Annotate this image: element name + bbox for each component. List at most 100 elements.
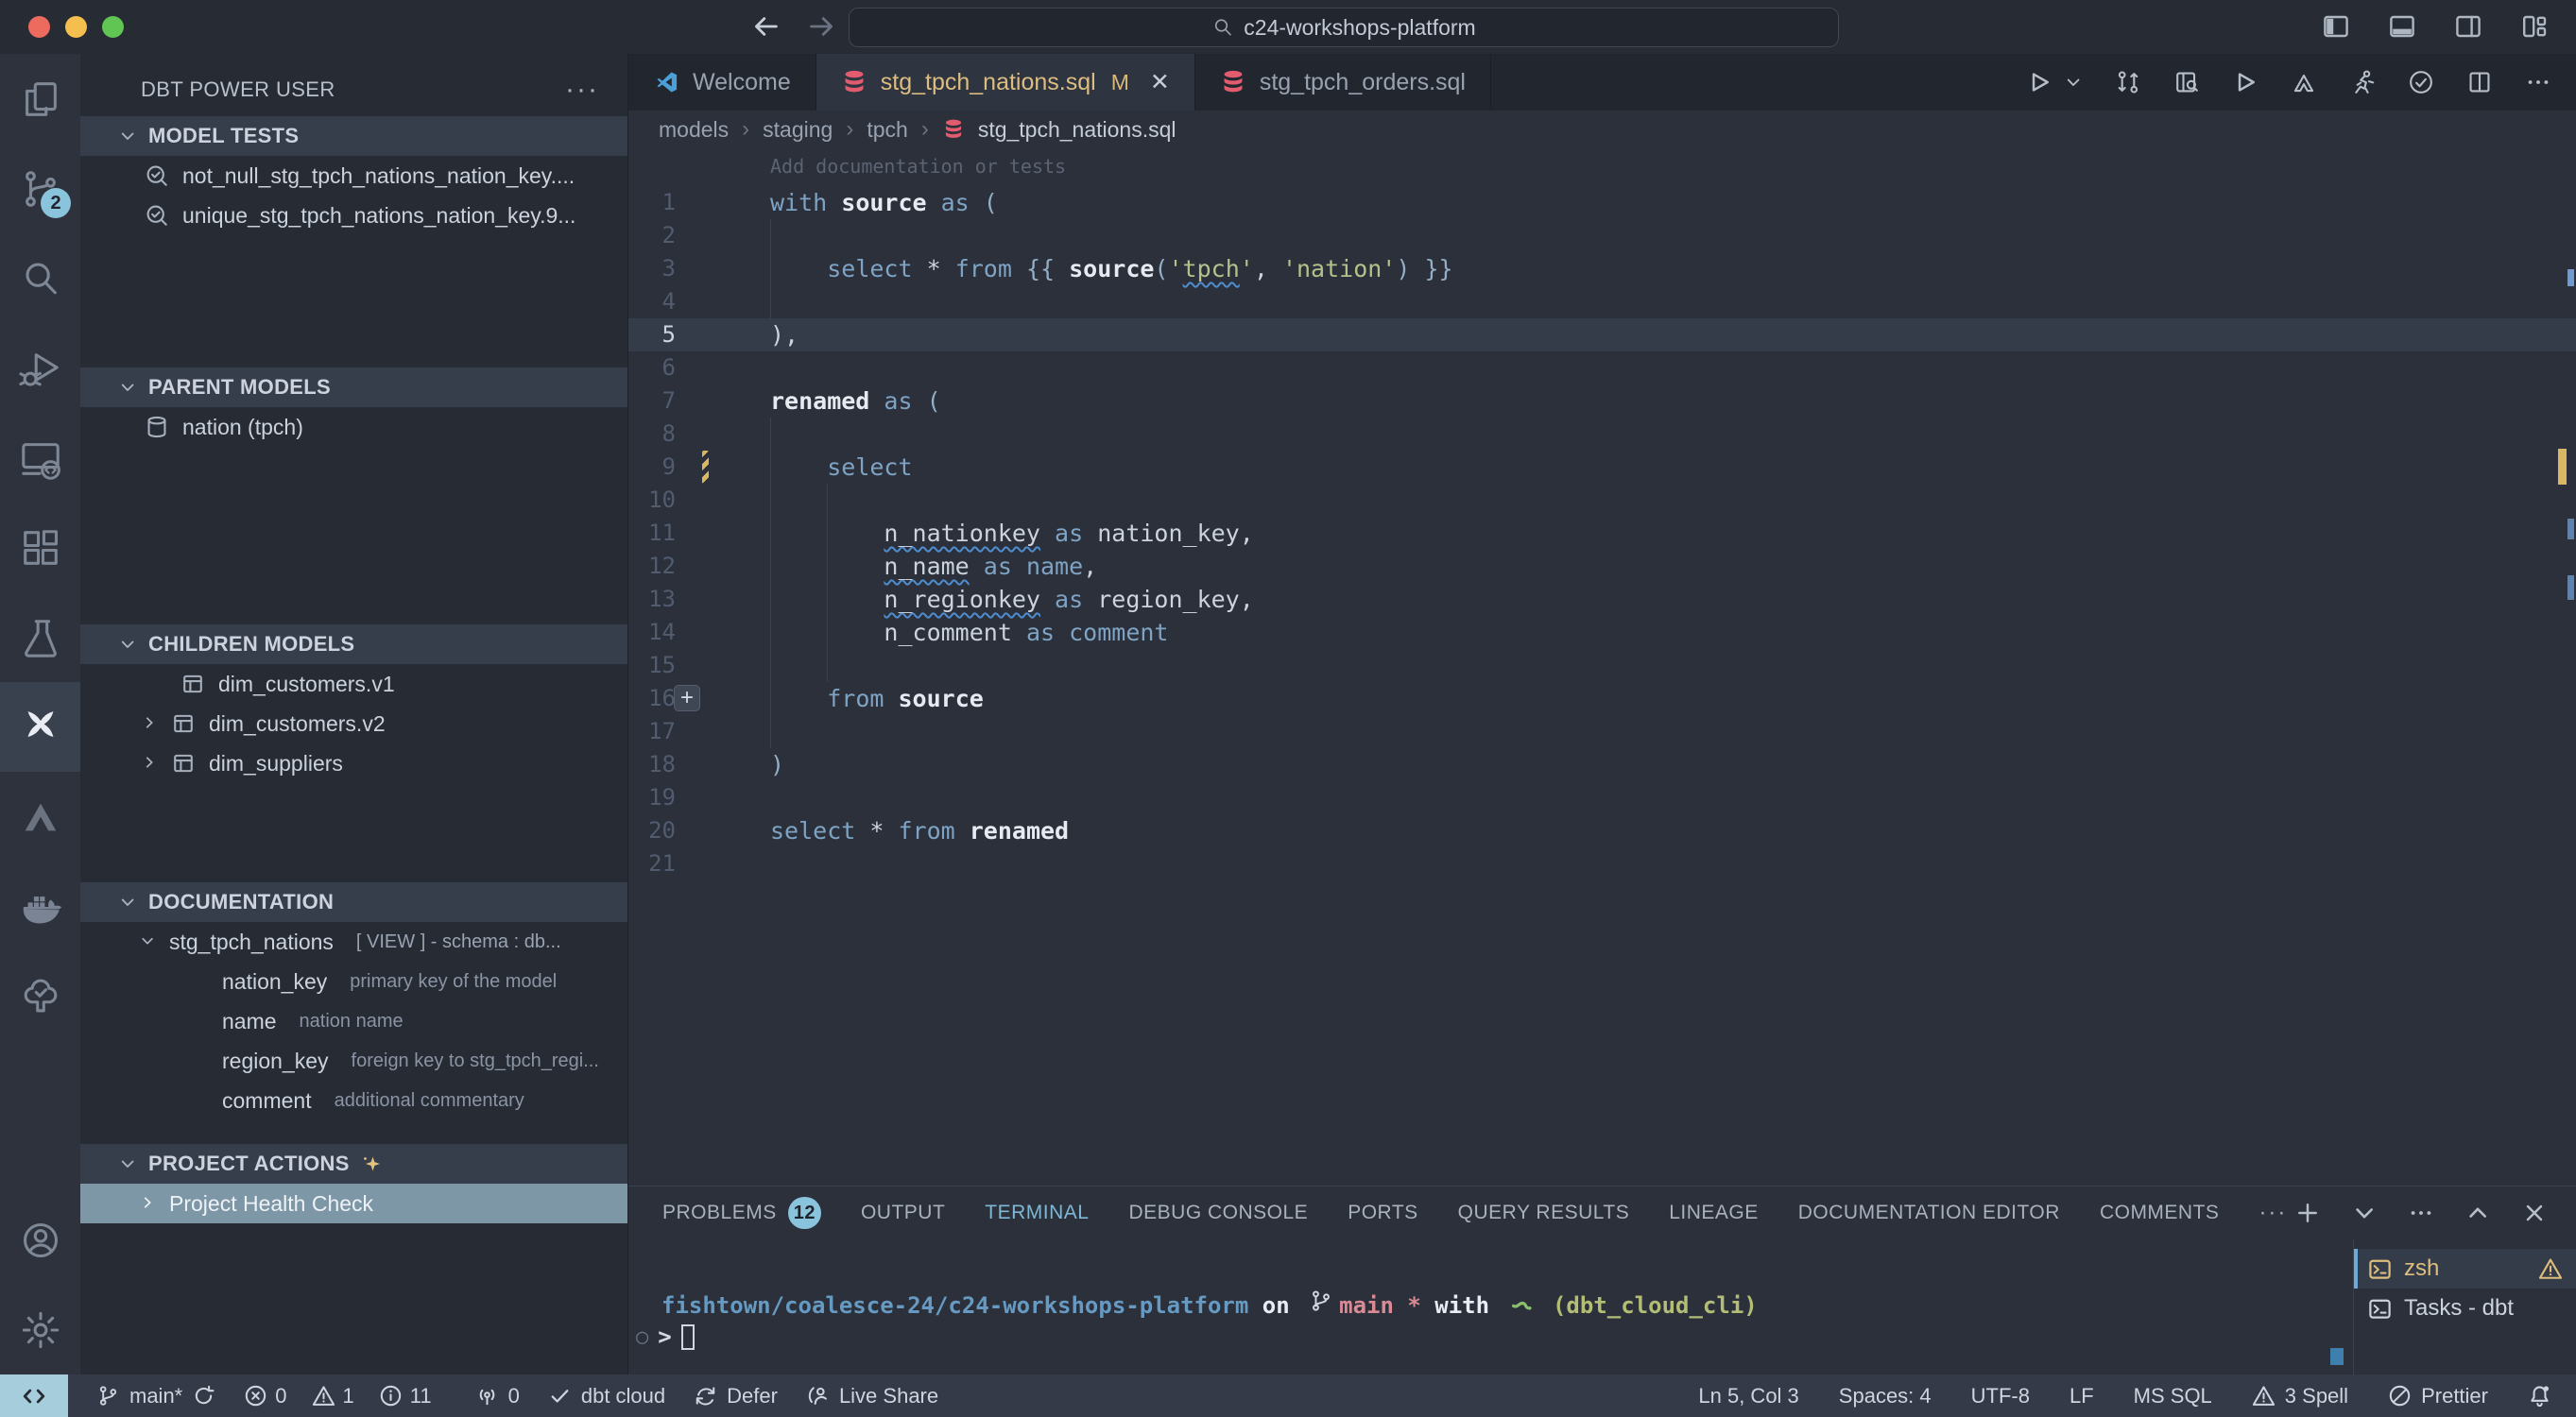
status-defer[interactable]: Defer	[694, 1384, 778, 1408]
minimize-window-button[interactable]	[65, 16, 87, 38]
status-prettier[interactable]: Prettier	[2388, 1384, 2488, 1408]
status-encoding[interactable]: UTF-8	[1971, 1384, 2030, 1408]
activity-item-settings[interactable]	[0, 1285, 80, 1374]
status-cursor-position[interactable]: Ln 5, Col 3	[1698, 1384, 1798, 1408]
status-problems[interactable]: 0111	[244, 1384, 446, 1408]
codelens-action[interactable]: Add documentation or tests	[770, 152, 2576, 186]
activity-item-testing[interactable]	[0, 592, 80, 682]
sidebar-item[interactable]: commentadditional commentary	[80, 1081, 627, 1120]
sidebar-item[interactable]: unique_stg_tpch_nations_nation_key.9...	[80, 196, 627, 235]
status-live-share[interactable]: Live Share	[806, 1384, 938, 1408]
tab-welcome[interactable]: Welcome	[628, 54, 816, 111]
terminal-tab-tasks-dbt[interactable]: Tasks - dbt	[2354, 1289, 2576, 1328]
panel-tab-lineage[interactable]: LINEAGE	[1669, 1202, 1759, 1224]
sidebar-item[interactable]: nation (tpch)	[80, 407, 627, 447]
altimate-scan-button[interactable]	[2291, 69, 2317, 95]
panel-tab-problems[interactable]: PROBLEMS12	[662, 1197, 821, 1229]
close-window-button[interactable]	[28, 16, 50, 38]
tab-stg-tpch-orders-sql[interactable]: stg_tpch_orders.sql	[1195, 54, 1491, 111]
sidebar-more-actions-button[interactable]: ···	[565, 74, 599, 106]
panel-tabs-overflow-button[interactable]: ···	[2258, 1200, 2287, 1226]
section-header-model-tests[interactable]: MODEL TESTS	[80, 116, 627, 156]
panel-tab-terminal[interactable]: TERMINAL	[985, 1202, 1089, 1224]
activity-item-accounts[interactable]	[0, 1195, 80, 1285]
breadcrumb-item[interactable]: staging	[763, 117, 833, 143]
sidebar-item[interactable]: dim_customers.v2	[80, 704, 627, 743]
status-spell-checker[interactable]: 3 Spell	[2252, 1384, 2348, 1408]
sidebar-item[interactable]: stg_tpch_nations[ VIEW ] - schema : db..…	[80, 922, 627, 962]
status-label: MS SQL	[2134, 1384, 2212, 1408]
panel-tab-debug-console[interactable]: DEBUG CONSOLE	[1128, 1202, 1308, 1224]
zoom-window-button[interactable]	[102, 16, 124, 38]
sidebar-item[interactable]: nation_keyprimary key of the model	[80, 962, 627, 1001]
status-ports[interactable]: 0	[475, 1384, 520, 1408]
section-header-children-models[interactable]: CHILDREN MODELS	[80, 624, 627, 664]
layout-sidebar-right-icon[interactable]	[2453, 11, 2483, 42]
activity-item-search[interactable]	[0, 233, 80, 323]
terminal-tab-zsh[interactable]: zsh	[2354, 1249, 2576, 1289]
more-actions-button[interactable]	[2525, 69, 2551, 95]
section-header-documentation[interactable]: DOCUMENTATION	[80, 882, 627, 922]
status-branch[interactable]: main*	[96, 1384, 215, 1408]
remote-indicator[interactable]	[0, 1374, 68, 1417]
activity-item-project-health[interactable]	[0, 951, 80, 1041]
layout-customize-icon[interactable]	[2519, 11, 2550, 42]
add-line-button[interactable]: +	[674, 685, 700, 711]
compare-results-button[interactable]	[2115, 69, 2141, 95]
sidebar-item[interactable]: not_null_stg_tpch_nations_nation_key....	[80, 156, 627, 196]
status-language-mode[interactable]: MS SQL	[2134, 1384, 2212, 1408]
activity-item-explorer[interactable]	[0, 54, 80, 144]
panel-tab-query-results[interactable]: QUERY RESULTS	[1458, 1202, 1630, 1224]
panel-tab-comments[interactable]: COMMENTS	[2100, 1202, 2220, 1224]
sidebar-item[interactable]: dim_suppliers	[80, 743, 627, 783]
run-model-button[interactable]	[2349, 69, 2376, 95]
terminal-output[interactable]: fishtown/coalesce-24/c24-workshops-platf…	[628, 1239, 2353, 1374]
terminal-profile-button[interactable]	[2351, 1200, 2378, 1226]
section-header-parent-models[interactable]: PARENT MODELS	[80, 367, 627, 407]
execute-sql-button[interactable]	[2232, 69, 2258, 95]
panel-tab-output[interactable]: OUTPUT	[861, 1202, 945, 1224]
status-eol[interactable]: LF	[2069, 1384, 2094, 1408]
breadcrumb[interactable]: models›staging›tpch›stg_tpch_nations.sql	[628, 111, 2576, 148]
close-tab-button[interactable]: ✕	[1150, 68, 1170, 96]
navigate-forward-button[interactable]	[806, 11, 836, 42]
sidebar-item[interactable]: Project Health Check	[80, 1184, 627, 1223]
test-model-button[interactable]	[2408, 69, 2434, 95]
breadcrumb-item[interactable]: tpch	[867, 117, 907, 143]
breadcrumb-file[interactable]: stg_tpch_nations.sql	[978, 117, 1176, 143]
terminal-cursor	[681, 1324, 695, 1350]
layout-sidebar-left-icon[interactable]	[2321, 11, 2351, 42]
activity-item-extensions[interactable]	[0, 503, 80, 592]
layout-panel-icon[interactable]	[2387, 11, 2417, 42]
breadcrumb-item[interactable]: models	[659, 117, 729, 143]
command-center-search[interactable]: c24-workshops-platform	[849, 8, 1839, 47]
activity-item-remote-explorer[interactable]	[0, 413, 80, 503]
new-terminal-button[interactable]	[2294, 1200, 2321, 1226]
split-editor-button[interactable]	[2466, 69, 2493, 95]
panel-tab-documentation-editor[interactable]: DOCUMENTATION EDITOR	[1798, 1202, 2060, 1224]
activity-item-dbt-power-user[interactable]	[0, 682, 80, 772]
code-editor[interactable]: Add documentation or tests 1with source …	[628, 148, 2576, 1186]
activity-item-docker[interactable]	[0, 862, 80, 951]
sidebar-item[interactable]: dim_customers.v1	[80, 664, 627, 704]
status-indentation[interactable]: Spaces: 4	[1839, 1384, 1932, 1408]
overview-ruler[interactable]	[2557, 148, 2576, 1186]
run-query-button[interactable]	[2026, 69, 2052, 95]
activity-item-source-control[interactable]: 2	[0, 144, 80, 233]
navigate-back-button[interactable]	[751, 11, 781, 42]
maximize-panel-button[interactable]	[2464, 1200, 2491, 1226]
status-dbt-cloud[interactable]: dbt cloud	[548, 1384, 665, 1408]
close-panel-button[interactable]	[2521, 1200, 2548, 1226]
panel-more-button[interactable]	[2408, 1200, 2434, 1226]
sidebar-item[interactable]: namenation name	[80, 1001, 627, 1041]
section-header-project-actions[interactable]: PROJECT ACTIONS	[80, 1144, 627, 1184]
tab-stg-tpch-nations-sql[interactable]: stg_tpch_nations.sqlM✕	[816, 54, 1195, 111]
activity-item-altimate[interactable]	[0, 772, 80, 862]
status-notifications[interactable]	[2528, 1384, 2551, 1408]
sidebar-item[interactable]: region_keyforeign key to stg_tpch_regi..…	[80, 1041, 627, 1081]
run-options-chevron[interactable]	[2064, 73, 2083, 92]
panel-tab-ports[interactable]: PORTS	[1348, 1202, 1417, 1224]
activity-item-run-and-debug[interactable]	[0, 323, 80, 413]
open-preview-button[interactable]	[2173, 69, 2200, 95]
terminal-input-line[interactable]: ○ >	[628, 1323, 2353, 1350]
